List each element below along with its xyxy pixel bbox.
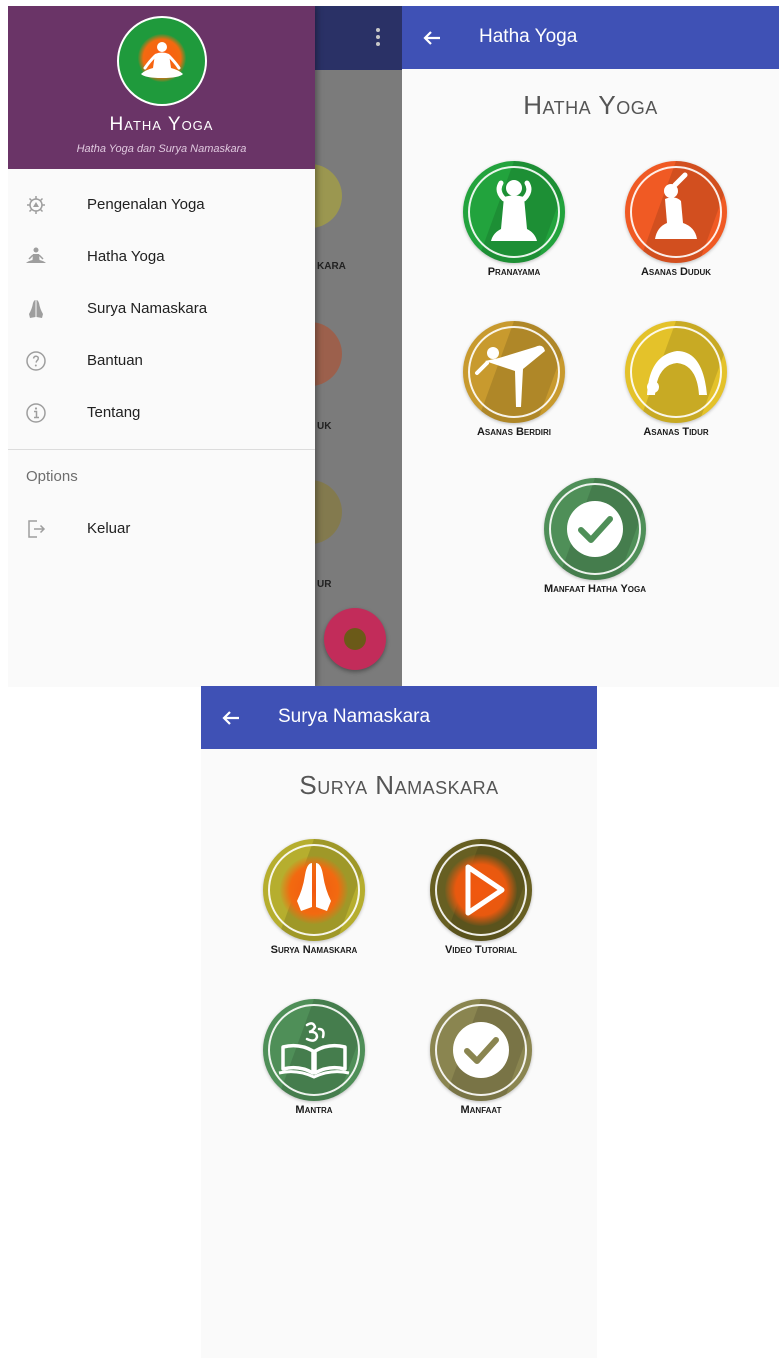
chakra-icon <box>27 196 45 214</box>
background-tile-label: KARA <box>317 261 346 272</box>
app-bar: Hatha Yoga <box>402 6 779 69</box>
pranayama-pose-icon <box>491 180 537 241</box>
tile-circle <box>263 839 365 941</box>
menu-item-tentang[interactable]: Tentang <box>8 388 315 438</box>
meditation-pose-icon <box>26 247 46 263</box>
logout-icon <box>28 520 46 538</box>
tile-pranayama[interactable]: Pranayama <box>454 161 574 291</box>
standing-pose-icon <box>475 345 545 407</box>
tile-circle <box>430 839 532 941</box>
book-om-icon <box>278 1022 350 1079</box>
praying-hands-icon <box>297 863 331 911</box>
menu-item-surya-namaskara[interactable]: Surya Namaskara <box>8 284 315 334</box>
tile-asanas-tidur[interactable]: Asanas Tidur <box>616 321 736 451</box>
menu-item-bantuan[interactable]: Bantuan <box>8 336 315 386</box>
hatha-yoga-screen: Hatha Yoga Hatha Yoga Pranayama Asanas D… <box>402 6 779 687</box>
tile-label: Video Tutorial <box>444 944 518 956</box>
tile-surya-namaskara[interactable]: Surya Namaskara <box>254 839 374 969</box>
drawer-subtitle: Hatha Yoga dan Surya Namaskara <box>76 143 247 155</box>
tile-circle <box>263 999 365 1101</box>
menu-label: Hatha Yoga <box>87 248 165 265</box>
tile-label: Surya Namaskara <box>270 944 358 956</box>
checkmark-icon <box>453 1022 509 1078</box>
app-bar: Surya Namaskara <box>201 686 597 749</box>
help-icon <box>26 351 46 371</box>
background-tile-label: UK <box>317 421 332 432</box>
menu-label: Keluar <box>87 520 131 537</box>
back-arrow-icon[interactable] <box>422 28 442 48</box>
tile-label: Manfaat Hatha Yoga <box>543 583 647 595</box>
app-logo <box>117 16 207 106</box>
options-section-label: Options <box>26 468 78 485</box>
seated-pose-icon <box>655 172 697 239</box>
tile-circle <box>430 999 532 1101</box>
tile-label: Mantra <box>295 1104 333 1116</box>
play-icon <box>465 864 505 916</box>
menu-label: Tentang <box>87 404 141 421</box>
menu-item-pengenalan-yoga[interactable]: Pengenalan Yoga <box>8 180 315 230</box>
tile-asanas-duduk[interactable]: Asanas Duduk <box>616 161 736 291</box>
tile-manfaat[interactable]: Manfaat <box>421 999 541 1129</box>
tile-label: Pranayama <box>487 266 541 278</box>
menu-divider <box>8 449 315 450</box>
tile-circle <box>463 321 565 423</box>
drawer-header: Hatha Yoga Hatha Yoga dan Surya Namaskar… <box>8 6 315 169</box>
menu-label: Surya Namaskara <box>87 300 208 317</box>
tile-video-tutorial[interactable]: Video Tutorial <box>421 839 541 969</box>
tile-label: Manfaat <box>460 1104 502 1116</box>
praying-hands-icon <box>29 300 43 318</box>
back-arrow-icon[interactable] <box>221 708 241 728</box>
drawer-screen: KARA UK UR Hatha Yoga Hatha Yoga dan Sur… <box>8 6 402 687</box>
play-fab[interactable] <box>324 608 386 670</box>
tile-circle <box>544 478 646 580</box>
tile-label: Asanas Duduk <box>640 266 712 278</box>
tile-circle <box>625 321 727 423</box>
surya-namaskara-screen: Surya Namaskara Surya Namaskara Surya Na… <box>201 686 597 1358</box>
meditation-logo-icon <box>141 42 183 78</box>
tile-circle <box>463 161 565 263</box>
page-heading: Surya Namaskara <box>299 770 499 800</box>
app-bar-title: Hatha Yoga <box>479 26 578 47</box>
menu-item-hatha-yoga[interactable]: Hatha Yoga <box>8 232 315 282</box>
tile-asanas-berdiri[interactable]: Asanas Berdiri <box>454 321 574 451</box>
page-heading: Hatha Yoga <box>523 90 658 120</box>
info-icon <box>26 403 46 423</box>
navigation-drawer: Hatha Yoga Hatha Yoga dan Surya Namaskar… <box>8 6 315 687</box>
checkmark-icon <box>567 501 623 557</box>
menu-label: Pengenalan Yoga <box>87 196 205 213</box>
menu-label: Bantuan <box>87 352 143 369</box>
tile-label: Asanas Berdiri <box>476 426 552 438</box>
tile-label: Asanas Tidur <box>643 426 709 438</box>
tile-manfaat-hatha-yoga[interactable]: Manfaat Hatha Yoga <box>535 478 655 608</box>
overflow-menu-icon[interactable] <box>374 28 382 50</box>
backbend-pose-icon <box>647 351 707 395</box>
background-tile-label: UR <box>317 579 332 590</box>
app-bar-title: Surya Namaskara <box>278 706 431 727</box>
menu-item-keluar[interactable]: Keluar <box>8 504 315 554</box>
drawer-title: Hatha Yoga <box>109 114 214 135</box>
tile-circle <box>625 161 727 263</box>
tile-mantra[interactable]: Mantra <box>254 999 374 1129</box>
